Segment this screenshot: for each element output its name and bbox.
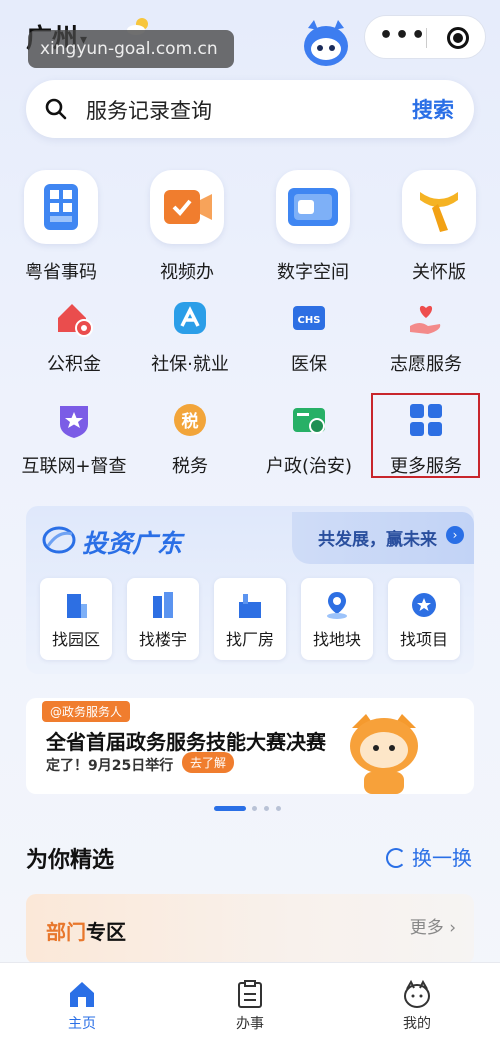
qr-code-icon bbox=[24, 170, 98, 244]
clipboard-icon bbox=[235, 979, 265, 1009]
profile-icon bbox=[402, 979, 432, 1009]
service-label: 社保·就业 bbox=[151, 354, 229, 375]
invest-label: 找地块 bbox=[312, 630, 361, 649]
service-label: 数字空间 bbox=[277, 262, 349, 283]
dept-more-link[interactable]: 更多 › bbox=[410, 913, 456, 938]
invest-slogan: 共发展，赢未来 bbox=[318, 530, 437, 550]
tab-home[interactable]: 主页 bbox=[22, 963, 142, 1033]
service-label: 互联网+督查 bbox=[21, 456, 127, 477]
svg-text:CHS: CHS bbox=[298, 315, 321, 326]
section-title: 为你精选 bbox=[26, 848, 115, 873]
tab-label: 办事 bbox=[236, 1016, 264, 1032]
service-social-security[interactable]: 社保·就业 bbox=[128, 298, 252, 376]
heart-hand-icon bbox=[406, 298, 446, 338]
service-label: 志愿服务 bbox=[390, 354, 462, 375]
service-volunteer[interactable]: 志愿服务 bbox=[364, 298, 488, 376]
invest-find-project[interactable]: 找项目 bbox=[388, 578, 460, 660]
service-label: 粤省事码 bbox=[25, 262, 97, 283]
service-label: 关怀版 bbox=[412, 262, 466, 283]
search-icon bbox=[45, 98, 67, 120]
scarf-icon bbox=[402, 170, 476, 244]
service-digital-space[interactable]: 数字空间 bbox=[258, 170, 368, 284]
invest-find-land[interactable]: 找地块 bbox=[301, 578, 373, 660]
service-housing-fund[interactable]: 公积金 bbox=[12, 298, 136, 376]
location-pin-icon bbox=[322, 590, 352, 620]
refresh-button[interactable]: 换一换 bbox=[386, 842, 472, 871]
carousel-dot bbox=[252, 806, 257, 811]
service-label: 户政(治安) bbox=[265, 456, 353, 477]
service-internet-supervision[interactable]: 互联网+督查 bbox=[12, 400, 136, 478]
social-security-icon bbox=[170, 298, 210, 338]
factory-icon bbox=[235, 590, 265, 620]
tab-label: 主页 bbox=[68, 1016, 96, 1032]
service-yueshengshi-code[interactable]: 粤省事码 bbox=[6, 170, 116, 284]
home-icon bbox=[67, 979, 97, 1009]
invest-find-building[interactable]: 找楼宇 bbox=[127, 578, 199, 660]
dept-title-b: 专区 bbox=[86, 920, 126, 944]
banner-subtitle: 定了！9月25日举行 bbox=[46, 758, 174, 774]
refresh-icon bbox=[386, 848, 406, 868]
svg-text:税: 税 bbox=[182, 411, 199, 432]
assistant-mascot-icon[interactable] bbox=[298, 14, 354, 70]
invest-title: 投资广东 bbox=[82, 529, 183, 558]
id-card-icon bbox=[289, 400, 329, 440]
chevron-right-icon: › bbox=[446, 526, 464, 544]
invest-label: 找厂房 bbox=[225, 630, 274, 649]
tab-label: 我的 bbox=[403, 1016, 431, 1032]
star-shield-icon bbox=[54, 400, 94, 440]
watermark: xingyun-goal.com.cn bbox=[28, 30, 234, 68]
invest-label: 找项目 bbox=[399, 630, 448, 649]
invest-label: 找楼宇 bbox=[138, 630, 187, 649]
search-placeholder: 服务记录查询 bbox=[86, 99, 212, 123]
tab-services[interactable]: 办事 bbox=[190, 963, 310, 1033]
department-zone-card[interactable]: 部门专区 更多 › bbox=[26, 894, 474, 964]
dept-title-a: 部门 bbox=[46, 920, 86, 944]
primary-services: 粤省事码 视频办 数字空间 关怀版 bbox=[0, 160, 500, 283]
carousel-dot-active bbox=[214, 806, 246, 811]
invest-find-factory[interactable]: 找厂房 bbox=[214, 578, 286, 660]
bottom-tab-bar: 主页 办事 我的 bbox=[0, 962, 500, 1041]
dept-more-label: 更多 bbox=[409, 918, 444, 938]
banner-tag: @政务服务人 bbox=[42, 701, 131, 722]
folder-icon bbox=[276, 170, 350, 244]
invest-logo-icon bbox=[42, 526, 76, 554]
invest-label: 找园区 bbox=[51, 630, 100, 649]
mascot-character-icon bbox=[350, 714, 418, 794]
search-bar[interactable]: 服务记录查询 搜索 bbox=[26, 80, 474, 138]
service-tax[interactable]: 税 税务 bbox=[128, 400, 252, 478]
chs-icon: CHS bbox=[289, 298, 329, 338]
service-household[interactable]: 户政(治安) bbox=[247, 400, 371, 478]
house-icon bbox=[54, 298, 94, 338]
service-label: 税务 bbox=[172, 456, 208, 477]
service-label: 公积金 bbox=[47, 354, 101, 375]
service-care-version[interactable]: 关怀版 bbox=[384, 170, 494, 284]
carousel-dot bbox=[264, 806, 269, 811]
promo-banner[interactable]: @政务服务人 全省首届政务服务技能大赛决赛 定了！9月25日举行 去了解 bbox=[26, 698, 474, 794]
mini-program-capsule: ••• bbox=[364, 15, 486, 59]
dept-title: 部门专区 bbox=[46, 916, 126, 945]
tower-icon bbox=[148, 590, 178, 620]
capsule-divider bbox=[426, 28, 427, 48]
banner-cta-button[interactable]: 去了解 bbox=[182, 752, 235, 773]
building-icon bbox=[61, 590, 91, 620]
highlight-box bbox=[371, 393, 480, 478]
service-medical-insurance[interactable]: CHS 医保 bbox=[247, 298, 371, 376]
service-video[interactable]: 视频办 bbox=[132, 170, 242, 284]
search-button[interactable]: 搜索 bbox=[412, 94, 454, 124]
chevron-right-icon: › bbox=[449, 918, 456, 938]
tab-profile[interactable]: 我的 bbox=[357, 963, 477, 1033]
refresh-label: 换一换 bbox=[412, 846, 472, 870]
top-bar: 广州▾ xingyun-goal.com.cn ••• bbox=[0, 0, 500, 80]
project-icon bbox=[409, 590, 439, 620]
more-options-icon[interactable]: ••• bbox=[379, 25, 425, 47]
invest-find-park[interactable]: 找园区 bbox=[40, 578, 112, 660]
carousel-dot bbox=[276, 806, 281, 811]
service-label: 医保 bbox=[291, 354, 327, 375]
banner-headline: 全省首届政务服务技能大赛决赛 bbox=[46, 730, 326, 754]
video-icon bbox=[150, 170, 224, 244]
service-label: 视频办 bbox=[160, 262, 214, 283]
invest-guangdong-panel: 投资广东 共发展，赢未来 › 找园区 找楼宇 找厂房 找地块 找项目 bbox=[26, 506, 474, 674]
close-miniprogram-icon[interactable] bbox=[447, 27, 469, 49]
tax-icon: 税 bbox=[170, 400, 210, 440]
